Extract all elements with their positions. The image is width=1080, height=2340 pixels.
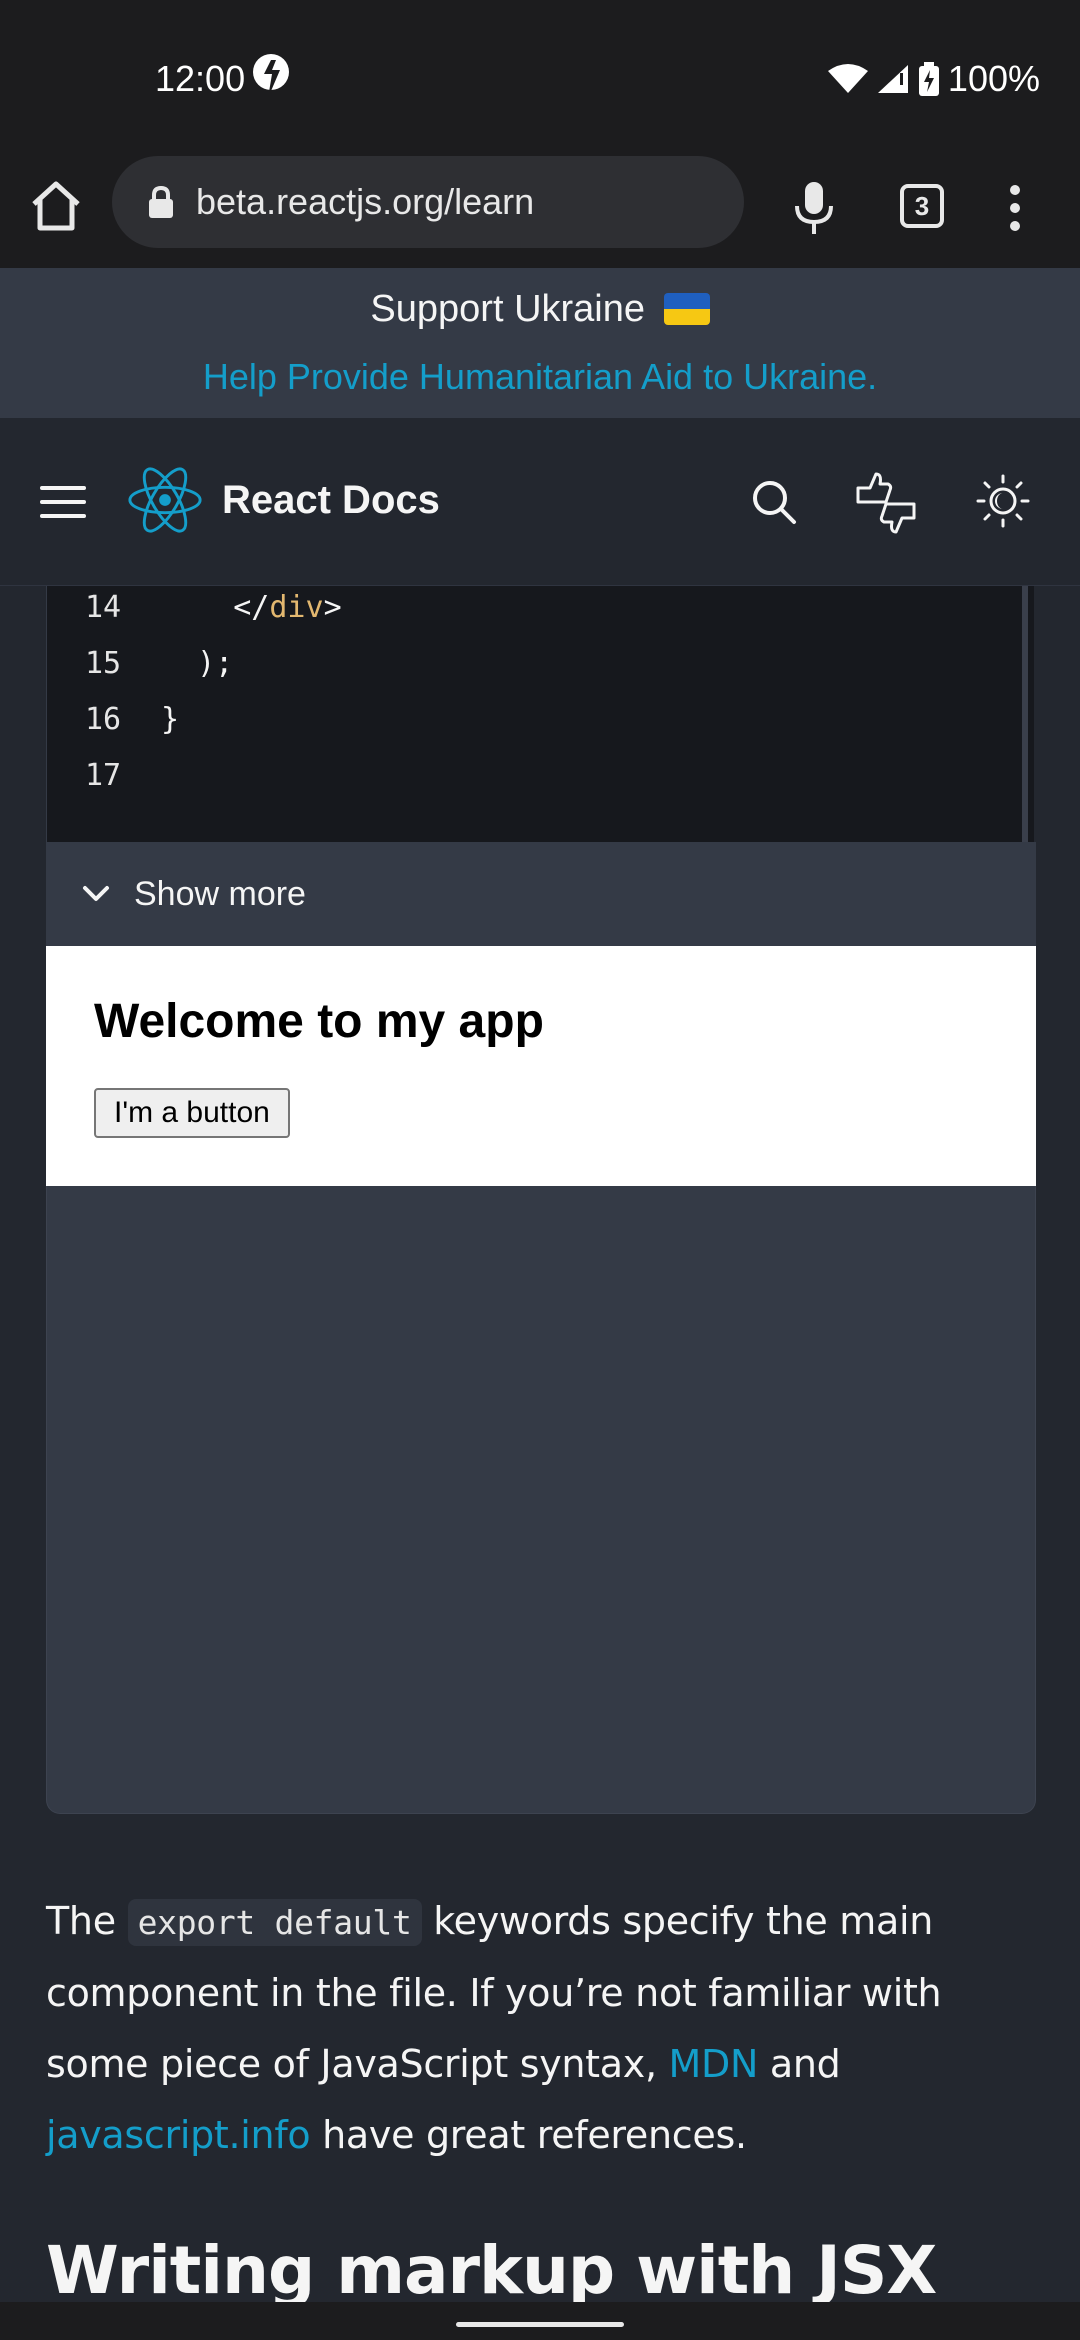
wifi-icon: [827, 64, 868, 93]
tabs-icon[interactable]: 3: [900, 184, 944, 228]
system-nav-bar: [0, 2302, 1080, 2340]
code-line: 14 </div>: [85, 590, 342, 625]
code-editor[interactable]: 14 </div> 15 ); 16} 17: [46, 586, 1034, 842]
code-scrollbar[interactable]: [1022, 586, 1028, 842]
code-line: 17: [85, 758, 161, 793]
code-line: 15 );: [85, 646, 233, 681]
preview-heading: Welcome to my app: [94, 995, 544, 1048]
code-tag: div: [269, 590, 324, 625]
react-logo-icon[interactable]: [126, 464, 204, 536]
code-text: >: [323, 590, 342, 625]
ukraine-flag-icon: [663, 293, 710, 325]
javascript-info-link[interactable]: javascript.info: [46, 2113, 311, 2157]
show-more-button[interactable]: Show more: [46, 842, 1036, 946]
battery-charging-icon: [918, 62, 939, 96]
signal-icon: [877, 65, 908, 93]
humanitarian-aid-link[interactable]: Help Provide Humanitarian Aid to Ukraine…: [0, 356, 1080, 398]
status-bar: 12:00 100%: [0, 0, 1080, 150]
overflow-menu-icon[interactable]: [1000, 182, 1030, 234]
home-icon[interactable]: [28, 178, 84, 234]
paragraph-text: The: [46, 1899, 128, 1943]
sandbox-console: [46, 1186, 1036, 1814]
lock-icon: [149, 186, 173, 218]
url-text: beta.reactjs.org/learn: [196, 181, 535, 222]
inline-code: export default: [127, 1899, 422, 1946]
show-more-label: Show more: [134, 874, 306, 913]
code-text: );: [161, 646, 234, 681]
line-number: 14: [85, 590, 122, 625]
line-number: 15: [85, 646, 122, 681]
paragraph-text: and: [758, 2042, 841, 2086]
line-number: 17: [85, 758, 122, 793]
status-icons: 100%: [827, 58, 1040, 100]
site-brand[interactable]: React Docs: [222, 478, 440, 523]
line-number: 16: [85, 702, 122, 737]
chevron-down-icon: [83, 886, 109, 901]
banner-title: Support Ukraine: [0, 288, 1080, 331]
address-bar[interactable]: beta.reactjs.org/learn: [112, 156, 744, 248]
body-paragraph: The export default keywords specify the …: [46, 1886, 1036, 2171]
sandbox-preview: Welcome to my app I'm a button: [46, 946, 1036, 1186]
preview-button[interactable]: I'm a button: [94, 1088, 290, 1138]
hamburger-menu-icon[interactable]: [40, 484, 86, 520]
section-heading: Writing markup with JSX: [46, 2232, 937, 2309]
site-header: React Docs: [0, 418, 1080, 586]
support-ukraine-banner: Support Ukraine Help Provide Humanitaria…: [0, 268, 1080, 418]
code-text: }: [161, 702, 180, 737]
status-time: 12:00: [155, 58, 246, 99]
paragraph-text: have great references.: [310, 2113, 747, 2157]
banner-title-text: Support Ukraine: [370, 288, 646, 330]
gesture-handle[interactable]: [456, 2322, 624, 2327]
code-text: </: [161, 590, 270, 625]
feedback-icon[interactable]: [854, 472, 918, 534]
search-icon[interactable]: [750, 478, 798, 526]
theme-toggle-icon[interactable]: [976, 474, 1030, 528]
browser-toolbar: beta.reactjs.org/learn 3: [0, 150, 1080, 268]
mdn-link[interactable]: MDN: [669, 2042, 759, 2086]
mic-icon[interactable]: [792, 180, 836, 236]
code-line: 16}: [85, 702, 179, 737]
battery-percent: 100%: [947, 58, 1040, 99]
app-notification-icon: [253, 54, 289, 98]
